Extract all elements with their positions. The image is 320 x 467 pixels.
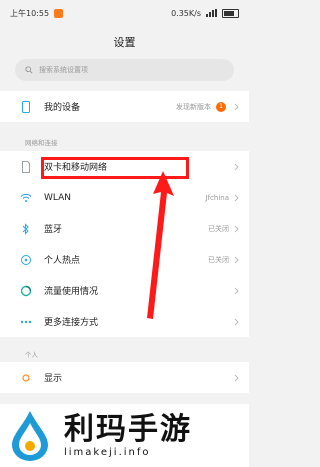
watermark-url: limakeji.info — [64, 447, 151, 458]
watermark: 利玛手游 limakeji.info — [0, 404, 249, 467]
annotation-arrow — [147, 171, 174, 319]
logo-icon — [12, 410, 48, 461]
watermark-title: 利玛手游 — [64, 412, 192, 447]
